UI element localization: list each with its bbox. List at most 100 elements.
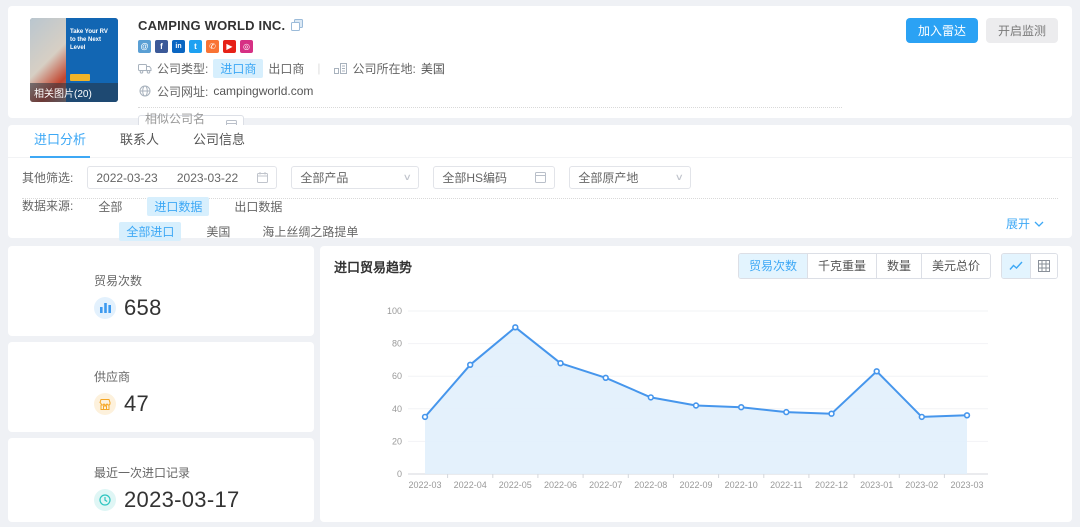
expand-label: 展开 (1006, 215, 1030, 232)
svg-text:20: 20 (392, 436, 402, 446)
source-chip[interactable]: 出口数据 (227, 197, 289, 216)
hs-code-select[interactable]: 全部HS编码 (433, 166, 555, 189)
svg-text:2023-03: 2023-03 (950, 480, 983, 490)
company-image[interactable]: Take Your RV to the Next Level 相关图片(20) (30, 18, 118, 102)
phone-icon[interactable]: ✆ (206, 40, 219, 53)
youtube-icon[interactable]: ▶ (223, 40, 236, 53)
other-filters-label: 其他筛选: (22, 169, 73, 186)
expand-toggle[interactable]: 展开 (1006, 215, 1044, 232)
stat-card-suppliers: 供应商 47 (8, 342, 314, 432)
trend-chart-svg: 0 20 40 60 80 100 2022-03 2022-04 2022-05 2022-06… (320, 286, 1072, 522)
location-label: 公司所在地: (353, 60, 416, 77)
svg-text:2022-08: 2022-08 (634, 480, 667, 490)
location-icon (334, 63, 348, 74)
social-icons: @ fint ✆ ▶ ◎ (138, 40, 842, 53)
date-end: 2023-03-22 (177, 171, 238, 185)
linkedin-icon[interactable]: in (172, 40, 185, 53)
related-images-label[interactable]: 相关图片(20) (30, 83, 118, 102)
date-start: 2022-03-23 (96, 171, 157, 185)
tab-bar: 进口分析 联系人 公司信息 (8, 125, 1072, 158)
header-divider (138, 107, 842, 108)
website-label: 公司网址: (157, 83, 208, 100)
copy-icon[interactable] (291, 19, 303, 31)
svg-text:2022-03: 2022-03 (408, 480, 441, 490)
view-toggle-group (1001, 253, 1058, 279)
company-type-label: 公司类型: (157, 60, 208, 77)
stat-card-last-import: 最近一次进口记录 2023-03-17 (8, 438, 314, 522)
svg-text:2022-04: 2022-04 (454, 480, 487, 490)
chart-title: 进口贸易趋势 (334, 257, 412, 276)
clock-icon (94, 489, 116, 511)
svg-text:40: 40 (392, 404, 402, 414)
stat-value: 658 (124, 295, 162, 321)
metric-button[interactable]: 贸易次数 (739, 254, 807, 278)
tab-2[interactable]: 公司信息 (193, 125, 245, 158)
metric-button[interactable]: 数量 (876, 254, 921, 278)
source-chip[interactable]: 全部 (91, 197, 129, 216)
stat-label: 最近一次进口记录 (94, 464, 314, 481)
svg-text:2022-10: 2022-10 (725, 480, 758, 490)
product-select[interactable]: 全部产品 ∨ (291, 166, 419, 189)
origin-select[interactable]: 全部原产地 ∨ (569, 166, 691, 189)
stat-value: 2023-03-17 (124, 487, 240, 513)
source-chip[interactable]: 全部进口 (119, 222, 181, 241)
facebook-icon[interactable]: f (155, 40, 168, 53)
svg-text:2022-06: 2022-06 (544, 480, 577, 490)
source-chip[interactable]: 美国 (199, 222, 237, 241)
stat-label: 供应商 (94, 368, 314, 385)
chevron-down-icon: ∨ (674, 172, 683, 183)
website-icon (138, 85, 152, 97)
metric-button[interactable]: 美元总价 (921, 254, 990, 278)
svg-text:100: 100 (387, 306, 402, 316)
divider: | (317, 61, 320, 75)
stat-label: 贸易次数 (94, 272, 314, 289)
ad-text: Take Your RV to the Next Level (70, 28, 114, 52)
metric-button[interactable]: 千克重量 (807, 254, 876, 278)
origin-select-value: 全部原产地 (578, 169, 638, 186)
svg-text:2023-01: 2023-01 (860, 480, 893, 490)
svg-text:80: 80 (392, 339, 402, 349)
tab-1[interactable]: 联系人 (120, 125, 159, 158)
data-source-row-1: 全部进口数据出口数据 (91, 197, 365, 216)
chevron-down-icon: ∨ (402, 172, 411, 183)
data-source-label: 数据来源: (22, 197, 73, 241)
svg-text:0: 0 (397, 469, 402, 479)
svg-text:2022-12: 2022-12 (815, 480, 848, 490)
source-chip[interactable]: 海上丝绸之路提单 (255, 222, 365, 241)
filter-panel: 进口分析联系人公司信息 其他筛选: 2022-03-23 2023-03-22 … (8, 125, 1072, 238)
shop-icon (94, 393, 116, 415)
exporter-badge: 出口商 (268, 60, 304, 77)
instagram-icon[interactable]: ◎ (240, 40, 253, 53)
stat-card-trade-count: 贸易次数 658 (8, 246, 314, 336)
join-radar-button[interactable]: 加入雷达 (906, 18, 978, 43)
svg-text:2022-05: 2022-05 (499, 480, 532, 490)
company-location: 美国 (421, 60, 445, 77)
data-source-row-2: 全部进口美国海上丝绸之路提单 (91, 222, 365, 241)
stat-value: 47 (124, 391, 149, 417)
tab-0[interactable]: 进口分析 (34, 125, 86, 158)
importer-badge: 进口商 (213, 59, 263, 78)
date-range-picker[interactable]: 2022-03-23 2023-03-22 (87, 166, 277, 189)
svg-text:2022-09: 2022-09 (679, 480, 712, 490)
svg-text:2022-07: 2022-07 (589, 480, 622, 490)
svg-text:60: 60 (392, 371, 402, 381)
company-header-panel: Take Your RV to the Next Level 相关图片(20) … (8, 6, 1072, 118)
blog-icon[interactable]: @ (138, 40, 151, 53)
source-chip[interactable]: 进口数据 (147, 197, 209, 216)
svg-text:2023-02: 2023-02 (905, 480, 938, 490)
ad-button (70, 74, 90, 81)
hs-code-value: 全部HS编码 (442, 169, 507, 186)
window-icon (535, 172, 546, 183)
company-website[interactable]: campingworld.com (213, 84, 313, 98)
product-select-value: 全部产品 (300, 169, 348, 186)
line-chart-icon[interactable] (1002, 254, 1030, 278)
bar-chart-icon (94, 297, 116, 319)
calendar-icon (257, 172, 268, 183)
company-type-icon (138, 63, 152, 74)
table-icon[interactable] (1030, 254, 1057, 278)
metric-toggle-group: 贸易次数千克重量数量美元总价 (738, 253, 991, 279)
svg-text:2022-11: 2022-11 (770, 480, 802, 490)
twitter-icon[interactable]: t (189, 40, 202, 53)
start-monitor-button[interactable]: 开启监测 (986, 18, 1058, 43)
chevron-down-icon (1034, 221, 1044, 227)
